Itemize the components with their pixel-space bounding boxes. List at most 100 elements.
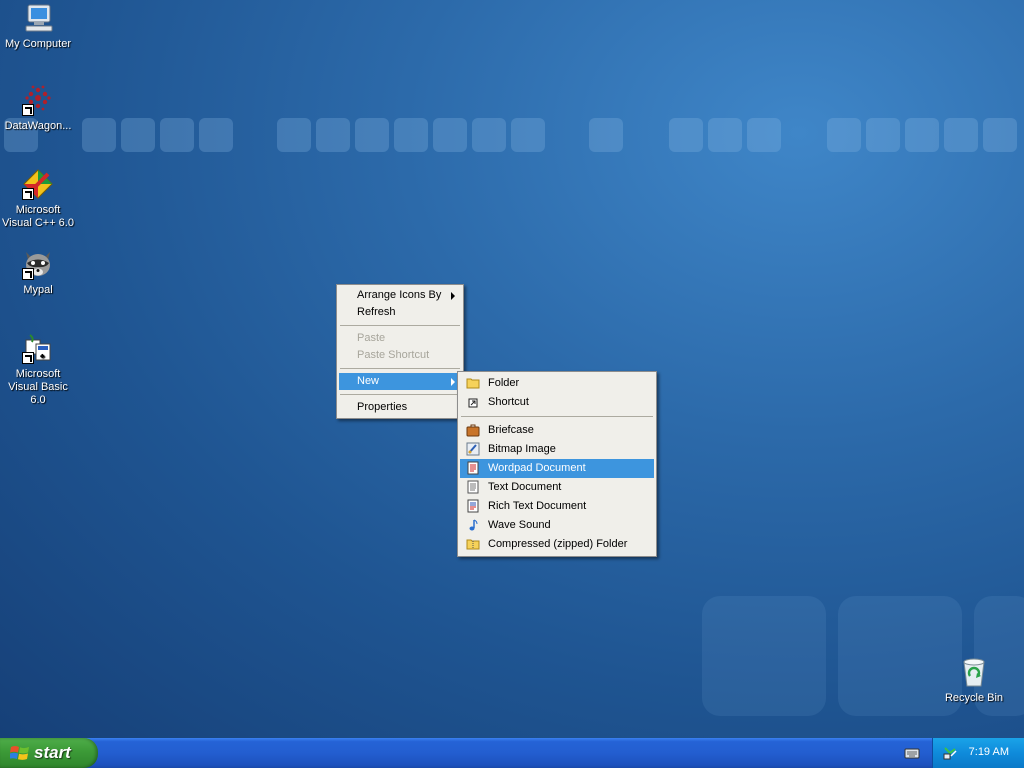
desktop-icon-visual-cpp[interactable]: Microsoft Visual C++ 6.0 bbox=[0, 168, 76, 230]
shortcut-icon bbox=[468, 398, 478, 408]
menu-item-label: Wave Sound bbox=[488, 519, 551, 531]
menu-item-paste-shortcut[interactable]: Paste Shortcut bbox=[339, 347, 461, 364]
menu-separator bbox=[340, 325, 460, 326]
submenu-item-wave-sound[interactable]: Wave Sound bbox=[460, 516, 654, 535]
wordpad-document-icon bbox=[467, 461, 479, 475]
wallpaper-tile bbox=[866, 118, 900, 152]
recycle-bin-icon bbox=[958, 656, 990, 688]
wallpaper-tile bbox=[708, 118, 742, 152]
submenu-item-rich-text-document[interactable]: Rich Text Document bbox=[460, 497, 654, 516]
keyboard-icon[interactable] bbox=[904, 746, 920, 763]
menu-item-arrange-icons-by[interactable]: Arrange Icons By bbox=[339, 287, 461, 304]
wallpaper-tile bbox=[316, 118, 350, 152]
datawagon-icon bbox=[22, 84, 54, 116]
start-label: start bbox=[34, 743, 71, 762]
wallpaper-tile bbox=[827, 118, 861, 152]
submenu-item-folder[interactable]: Folder bbox=[460, 374, 654, 393]
menu-item-label: Folder bbox=[488, 377, 520, 389]
wallpaper-tile bbox=[702, 596, 826, 716]
svg-text:♣: ♣ bbox=[40, 353, 45, 360]
menu-item-label: Arrange Icons By bbox=[357, 289, 442, 301]
menu-item-label: Rich Text Document bbox=[488, 500, 587, 512]
briefcase-icon bbox=[466, 424, 480, 437]
system-tray: 7:19 AM bbox=[932, 738, 1024, 768]
icon-label: DataWagon... bbox=[4, 120, 72, 132]
network-icon[interactable] bbox=[942, 745, 958, 761]
menu-item-label: Briefcase bbox=[488, 424, 534, 436]
menu-separator bbox=[461, 416, 653, 417]
submenu-item-compressed-folder[interactable]: Compressed (zipped) Folder bbox=[460, 535, 654, 554]
zipped-folder-icon bbox=[466, 539, 480, 550]
menu-item-label: New bbox=[357, 375, 380, 387]
desktop[interactable]: My Computer DataWagon... Microsoft Visua… bbox=[0, 0, 1024, 738]
menu-item-label: Paste Shortcut bbox=[357, 349, 430, 361]
wallpaper-tile bbox=[277, 118, 311, 152]
submenu-arrow-icon bbox=[451, 378, 455, 386]
windows-logo-icon bbox=[10, 746, 29, 760]
wallpaper-tile bbox=[355, 118, 389, 152]
my-computer-icon bbox=[22, 2, 54, 34]
desktop-context-menu: Arrange Icons By Refresh Paste Paste Sho… bbox=[336, 284, 464, 419]
folder-icon bbox=[466, 378, 480, 389]
menu-item-label: Paste bbox=[357, 332, 386, 344]
wallpaper-tile bbox=[747, 118, 781, 152]
desktop-icon-recycle-bin[interactable]: Recycle Bin bbox=[936, 656, 1012, 705]
start-button[interactable]: start bbox=[0, 738, 98, 768]
mypal-raccoon-icon bbox=[22, 248, 54, 280]
clock[interactable]: 7:19 AM bbox=[969, 746, 1009, 758]
visual-cpp-icon bbox=[22, 168, 54, 200]
icon-label: My Computer bbox=[4, 38, 72, 50]
submenu-item-shortcut[interactable]: Shortcut bbox=[460, 393, 654, 412]
desktop-icon-datawagon[interactable]: DataWagon... bbox=[0, 84, 76, 133]
icon-label: Recycle Bin bbox=[944, 692, 1004, 704]
wave-sound-icon bbox=[469, 519, 478, 531]
menu-item-properties[interactable]: Properties bbox=[339, 399, 461, 416]
wallpaper-tile bbox=[160, 118, 194, 152]
desktop-icon-mypal[interactable]: Mypal bbox=[0, 248, 76, 297]
text-document-icon bbox=[467, 480, 479, 494]
submenu-item-wordpad-document[interactable]: Wordpad Document bbox=[460, 459, 654, 478]
rich-text-document-icon bbox=[467, 499, 479, 513]
wallpaper-tile bbox=[589, 118, 623, 152]
shortcut-arrow-icon bbox=[22, 268, 34, 280]
submenu-arrow-icon bbox=[451, 292, 455, 300]
menu-item-label: Refresh bbox=[357, 306, 396, 318]
wallpaper-tile bbox=[199, 118, 233, 152]
submenu-item-bitmap-image[interactable]: Bitmap Image bbox=[460, 440, 654, 459]
icon-label: Microsoft Visual C++ 6.0 bbox=[2, 204, 74, 229]
wallpaper-tile bbox=[669, 118, 703, 152]
menu-item-paste[interactable]: Paste bbox=[339, 330, 461, 347]
wallpaper-tile bbox=[511, 118, 545, 152]
icon-label: Microsoft Visual Basic 6.0 bbox=[8, 368, 68, 406]
menu-item-label: Bitmap Image bbox=[488, 443, 556, 455]
menu-item-label: Compressed (zipped) Folder bbox=[488, 538, 628, 550]
desktop-icon-visual-basic[interactable]: ♣ Microsoft Visual Basic 6.0 bbox=[0, 332, 76, 407]
bitmap-image-icon bbox=[466, 442, 480, 456]
menu-item-label: Properties bbox=[357, 401, 408, 413]
wallpaper-tile bbox=[394, 118, 428, 152]
shortcut-arrow-icon bbox=[22, 188, 34, 200]
menu-item-label: Shortcut bbox=[488, 396, 529, 408]
wallpaper-tile bbox=[472, 118, 506, 152]
visual-basic-icon: ♣ bbox=[22, 332, 54, 364]
wallpaper-tile bbox=[82, 118, 116, 152]
desktop-icon-my-computer[interactable]: My Computer bbox=[0, 2, 76, 51]
submenu-item-briefcase[interactable]: Briefcase bbox=[460, 421, 654, 440]
wallpaper-tile bbox=[944, 118, 978, 152]
icon-label: Mypal bbox=[23, 284, 53, 296]
menu-item-refresh[interactable]: Refresh bbox=[339, 304, 461, 321]
wallpaper-tile bbox=[433, 118, 467, 152]
taskbar: start 7:19 AM bbox=[0, 738, 1024, 768]
new-submenu: Folder Shortcut Briefcase Bitmap Image W… bbox=[457, 371, 657, 557]
wallpaper-tile bbox=[983, 118, 1017, 152]
shortcut-arrow-icon bbox=[22, 352, 34, 364]
wallpaper-tile bbox=[121, 118, 155, 152]
menu-separator bbox=[340, 394, 460, 395]
submenu-item-text-document[interactable]: Text Document bbox=[460, 478, 654, 497]
menu-item-new[interactable]: New bbox=[339, 373, 461, 390]
menu-item-label: Text Document bbox=[488, 481, 562, 493]
wallpaper-tile bbox=[905, 118, 939, 152]
menu-item-label: Wordpad Document bbox=[488, 462, 586, 474]
menu-separator bbox=[340, 368, 460, 369]
shortcut-arrow-icon bbox=[22, 104, 34, 116]
